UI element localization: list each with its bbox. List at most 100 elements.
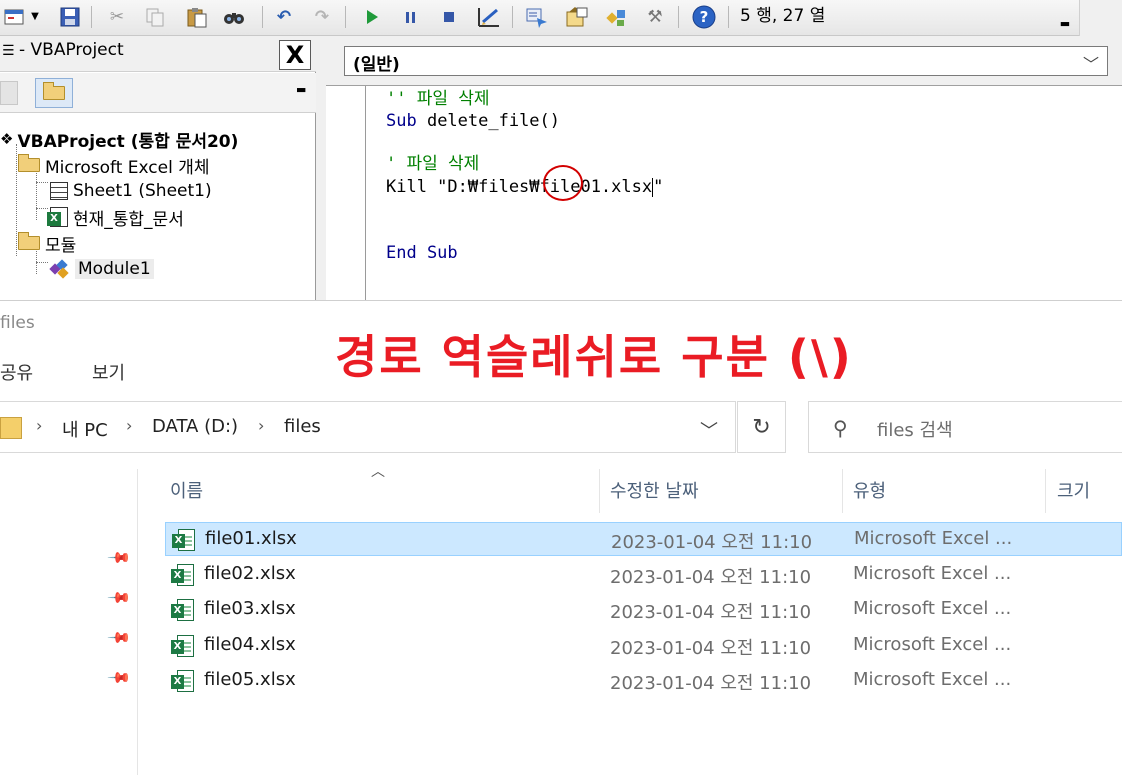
- file-date: 2023-01-04 오전 11:10: [610, 673, 812, 694]
- object-dropdown-value: (일반): [353, 55, 400, 75]
- file-name: file01.xlsx: [205, 528, 297, 549]
- file-name: file03.xlsx: [204, 598, 296, 619]
- redo-icon[interactable]: ↷: [310, 5, 334, 29]
- file-row[interactable]: Xfile05.xlsx 2023-01-04 오전 11:10 Microsoft…: [165, 664, 1122, 698]
- find-icon[interactable]: [222, 5, 246, 29]
- pin-icon[interactable]: 📌: [106, 585, 132, 611]
- tree-item-label: 현재_통합_문서: [73, 209, 184, 230]
- file-type: Microsoft Excel ...: [853, 562, 1012, 584]
- folder-open-icon: [18, 232, 40, 250]
- folder-icon: [43, 82, 65, 100]
- run-icon[interactable]: [360, 5, 384, 29]
- tree-item-excel-objects[interactable]: Microsoft Excel 개체: [16, 152, 209, 178]
- tree-item-sheet1[interactable]: Sheet1 (Sheet1): [48, 178, 212, 204]
- dropdown-arrow-icon[interactable]: ▼: [28, 5, 42, 29]
- file-row[interactable]: Xfile02.xlsx 2023-01-04 오전 11:10 Microsoft…: [165, 558, 1122, 592]
- code-comment-line: '' 파일 삭제: [386, 89, 490, 109]
- toggle-folders-button[interactable]: [35, 78, 73, 108]
- code-margin[interactable]: [326, 86, 366, 301]
- code-end-sub-line: End Sub: [386, 243, 458, 263]
- project-explorer-titlebar: ☰ - VBAProject X: [0, 36, 316, 72]
- tree-item-label: Module1: [75, 259, 154, 279]
- project-explorer-title: - VBAProject: [19, 40, 124, 60]
- file-row[interactable]: Xfile03.xlsx 2023-01-04 오전 11:10 Microsoft…: [165, 593, 1122, 627]
- breadcrumb-my-pc[interactable]: 내 PC: [62, 416, 108, 442]
- save-icon[interactable]: [58, 5, 82, 29]
- breadcrumb-data-drive[interactable]: DATA (D:): [152, 416, 238, 437]
- sub-name: delete_file(): [416, 111, 561, 131]
- chevron-down-icon[interactable]: ﹀: [1083, 51, 1099, 75]
- undo-icon[interactable]: ↶: [272, 5, 296, 29]
- tree-item-modules[interactable]: 모듈: [16, 230, 76, 256]
- code-window: (일반) ﹀ '' 파일 삭제 Sub delete_file() ' 파일 삭…: [316, 36, 1122, 301]
- chevron-right-icon[interactable]: ›: [126, 416, 132, 435]
- file-explorer-window: files 경로 역슬레쉬로 구분 (\) 공유 보기 › 내 PC › DAT…: [0, 300, 1122, 775]
- code-sub-line: Sub delete_file(): [386, 110, 560, 132]
- chevron-right-icon[interactable]: ›: [258, 416, 264, 435]
- tab-share[interactable]: 공유: [0, 359, 33, 385]
- window-title: files: [0, 313, 35, 333]
- project-explorer-icon[interactable]: [525, 5, 549, 29]
- cut-icon[interactable]: ✂: [105, 5, 129, 29]
- search-input[interactable]: ⚲ files 검색: [808, 401, 1122, 453]
- tree-item-label: 모듈: [45, 235, 77, 256]
- properties-icon[interactable]: [565, 5, 589, 29]
- reset-icon[interactable]: [437, 5, 461, 29]
- copy-icon[interactable]: [143, 5, 167, 29]
- toolbar-options-icon[interactable]: ▬: [296, 83, 306, 96]
- column-header-name[interactable]: 이름: [170, 477, 203, 503]
- tree-item-this-workbook[interactable]: 현재_통합_문서: [47, 204, 184, 230]
- navigation-pane: 📌 📌 📌 📌: [0, 469, 138, 775]
- code-comment-line: ' 파일 삭제: [386, 154, 480, 174]
- address-bar[interactable]: › 내 PC › DATA (D:) › files ﹀: [0, 401, 736, 453]
- close-pane-button[interactable]: X: [279, 40, 311, 70]
- file-type: Microsoft Excel ...: [853, 598, 1012, 619]
- kill-statement: Kill "D:₩files₩file01.xlsx: [386, 177, 653, 197]
- pin-icon[interactable]: 📌: [106, 665, 132, 691]
- paste-icon[interactable]: [185, 5, 209, 29]
- pin-icon[interactable]: 📌: [106, 625, 132, 651]
- toolbar-options-icon[interactable]: ▬: [1056, 6, 1074, 30]
- file-date: 2023-01-04 오전 11:10: [611, 532, 813, 553]
- breadcrumb-files[interactable]: files: [284, 416, 321, 437]
- column-header-size[interactable]: 크기: [1057, 477, 1090, 503]
- refresh-icon: ↻: [752, 414, 771, 440]
- vba-window-icon[interactable]: [2, 5, 26, 29]
- vbe-toolbar: ▼ ✂ ↶ ↷ ⚒ ? 5 행, 27 열 ▬: [0, 0, 1122, 36]
- module-icon: [49, 259, 71, 279]
- project-icon: ❖: [0, 130, 14, 148]
- chevron-right-icon[interactable]: ›: [36, 416, 42, 435]
- tree-item-vbaproject[interactable]: ❖ VBAProject (통합 문서20): [0, 126, 238, 152]
- tree-item-label: VBAProject (통합 문서20): [17, 131, 239, 152]
- search-placeholder: files 검색: [877, 420, 953, 441]
- file-date: 2023-01-04 오전 11:10: [610, 602, 812, 623]
- file-name: file02.xlsx: [204, 562, 296, 584]
- tree-item-label: Microsoft Excel 개체: [45, 157, 210, 178]
- column-header-date[interactable]: 수정한 날짜: [610, 477, 699, 503]
- annotation-text: 경로 역슬레쉬로 구분 (\): [335, 330, 853, 384]
- kill-statement-end: ": [653, 177, 664, 197]
- tab-view[interactable]: 보기: [92, 359, 125, 385]
- pin-icon[interactable]: 📌: [106, 545, 132, 571]
- object-dropdown[interactable]: (일반) ﹀: [344, 46, 1108, 76]
- object-browser-icon[interactable]: [605, 5, 629, 29]
- file-row[interactable]: Xfile04.xlsx 2023-01-04 오전 11:10 Microsoft…: [165, 629, 1122, 663]
- file-row[interactable]: Xfile01.xlsx 2023-01-04 오전 11:10 Microsoft…: [165, 522, 1122, 556]
- keyword-sub: Sub: [386, 111, 417, 131]
- cursor-position-readout: 5 행, 27 열: [740, 6, 826, 26]
- view-code-button[interactable]: [0, 81, 18, 105]
- design-mode-icon[interactable]: [477, 5, 501, 29]
- break-icon[interactable]: [399, 5, 423, 29]
- column-header-type[interactable]: 유형: [853, 477, 886, 503]
- chevron-down-icon[interactable]: ﹀: [700, 417, 718, 443]
- refresh-button[interactable]: ↻: [737, 401, 786, 453]
- folder-icon: [0, 417, 22, 439]
- project-explorer-toolbar: ▬: [0, 73, 316, 113]
- search-icon: ⚲: [833, 416, 848, 440]
- code-editor[interactable]: '' 파일 삭제 Sub delete_file() ' 파일 삭제 Kill …: [326, 85, 1122, 301]
- workbook-icon: [47, 207, 68, 227]
- excel-file-icon: X: [171, 634, 195, 657]
- toolbox-icon[interactable]: ⚒: [643, 5, 667, 29]
- help-icon[interactable]: ?: [692, 5, 716, 29]
- tree-item-module1[interactable]: Module1: [48, 256, 154, 282]
